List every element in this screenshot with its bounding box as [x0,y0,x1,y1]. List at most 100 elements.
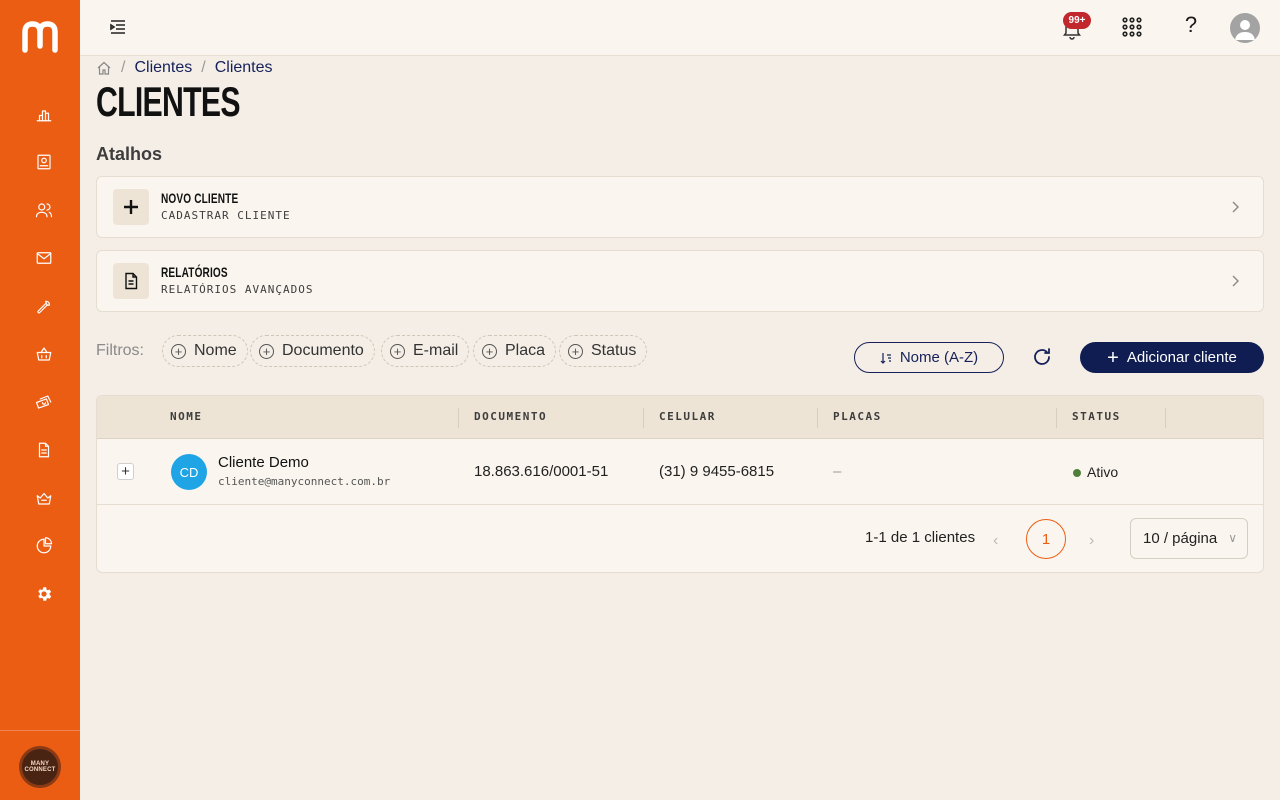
filter-chip-label: Status [591,342,637,359]
nav-messages[interactable] [32,246,56,270]
filter-chip-email[interactable]: + E-mail [381,335,470,367]
column-separator [817,408,818,428]
client-plates: – [833,463,842,480]
sort-label: Nome (A-Z) [899,349,979,366]
page-title: CLIENTES [96,78,240,125]
sidebar-divider [0,730,80,731]
chevron-right-icon[interactable]: › [1089,532,1094,550]
wrench-icon [37,300,50,314]
column-separator [1165,408,1166,428]
nav-contacts[interactable] [32,150,56,174]
chevron-right-icon [1232,275,1239,287]
breadcrumb-separator: / [201,59,206,76]
plus-circle-icon: + [171,343,186,359]
user-silhouette-icon [1235,20,1255,40]
client-phone: (31) 9 9455-6815 [659,463,775,480]
sort-icon [880,352,891,364]
document-icon [38,442,50,458]
company-avatar[interactable]: MANY CONNECT [19,746,61,788]
basket-icon [36,347,52,361]
plus-circle-icon: + [482,343,497,359]
plus-circle-icon: + [390,343,405,359]
plus-circle-icon: + [568,343,583,359]
shortcut-relatorios[interactable]: RELATÓRIOS RELATÓRIOS AVANÇADOS [96,250,1264,312]
expand-row-button[interactable]: + [117,463,134,480]
crown-basket-icon [36,492,52,505]
column-separator [643,408,644,428]
apps-grid-icon[interactable] [1122,17,1142,37]
nav-tools[interactable] [32,294,56,318]
filter-chip-nome[interactable]: + Nome [162,335,248,367]
chevron-down-icon: ∨ [1228,531,1237,545]
shortcut-title: RELATÓRIOS [161,264,228,280]
nav-settings[interactable] [32,582,56,606]
gear-icon [38,587,52,601]
filter-chip-label: Nome [194,342,237,359]
nav-analytics[interactable] [32,534,56,558]
column-header-nome[interactable]: NOME [170,410,203,423]
column-header-placas[interactable]: PLACAS [833,410,882,423]
client-email: cliente@manyconnect.com.br [218,475,391,488]
client-document: 18.863.616/0001-51 [474,463,609,480]
client-status: Ativo [1087,464,1119,480]
table-row[interactable]: + CD Cliente Demo cliente@manyconnect.co… [97,439,1263,505]
contact-card-icon [37,154,51,170]
column-separator [458,408,459,428]
client-avatar: CD [171,454,207,490]
home-icon[interactable] [96,60,112,76]
nav-reports[interactable] [32,438,56,462]
status-dot [1073,469,1081,477]
plus-icon [124,200,138,214]
column-header-documento[interactable]: DOCUMENTO [474,410,547,423]
nav-shop[interactable] [32,342,56,366]
topbar: 99+ ? [80,0,1280,56]
page-size-value: 10 / página [1143,530,1218,547]
filter-chip-status[interactable]: + Status [559,335,648,367]
column-header-celular[interactable]: CELULAR [659,410,716,423]
column-separator [1056,408,1057,428]
breadcrumb: / Clientes / Clientes [96,58,273,78]
filters-label: Filtros: [96,342,144,359]
filter-chip-documento[interactable]: + Documento [250,335,375,367]
bar-chart-icon [36,110,52,122]
breadcrumb-separator: / [121,59,126,76]
money-icon [35,395,52,409]
shortcut-title: NOVO CLIENTE [161,190,239,206]
nav-dashboard[interactable] [32,102,56,126]
filter-chip-label: E-mail [413,342,459,359]
refresh-icon[interactable] [1031,346,1053,368]
document-icon [125,272,138,290]
chevron-left-icon[interactable]: ‹ [993,532,998,550]
shortcut-novo-cliente[interactable]: NOVO CLIENTE CADASTRAR CLIENTE [96,176,1264,238]
user-avatar[interactable] [1230,13,1260,43]
nav-plans[interactable] [32,486,56,510]
plus-icon: + [1107,346,1119,369]
menu-collapse-icon[interactable] [108,17,128,37]
clients-table: NOME DOCUMENTO CELULAR PLACAS STATUS + C… [96,395,1264,573]
breadcrumb-link-clientes[interactable]: Clientes [134,59,192,77]
column-header-status[interactable]: STATUS [1072,410,1121,423]
pie-chart-icon [36,537,53,554]
notification-badge: 99+ [1063,12,1091,29]
filter-chip-label: Placa [505,342,546,359]
shortcut-icon-box [113,189,149,225]
page-button-1[interactable]: 1 [1026,519,1066,559]
help-icon[interactable]: ? [1180,12,1202,40]
table-header: NOME DOCUMENTO CELULAR PLACAS STATUS [97,396,1263,439]
shortcuts-title: Atalhos [96,144,163,164]
mail-icon [36,252,52,264]
shortcut-icon-box [113,263,149,299]
breadcrumb-current-clientes[interactable]: Clientes [215,59,273,77]
shortcut-subtitle: CADASTRAR CLIENTE [161,209,291,222]
nav-clients[interactable] [32,198,56,222]
page-size-select[interactable]: 10 / página ∨ [1130,518,1248,559]
pagination-info: 1-1 de 1 clientes [865,529,976,546]
add-client-label: Adicionar cliente [1126,349,1237,366]
add-client-button[interactable]: + Adicionar cliente [1080,342,1264,373]
shortcut-subtitle: RELATÓRIOS AVANÇADOS [161,283,314,296]
sort-button[interactable]: Nome (A-Z) [854,342,1004,373]
logo-icon[interactable] [20,16,60,56]
nav-finance[interactable] [32,390,56,414]
filter-chip-placa[interactable]: + Placa [473,335,557,367]
client-name[interactable]: Cliente Demo [218,454,309,471]
